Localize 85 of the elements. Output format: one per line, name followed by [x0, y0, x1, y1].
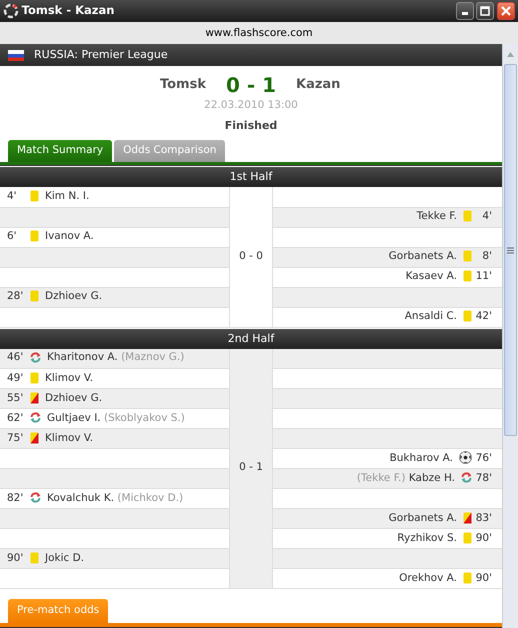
- card-icon: [30, 372, 39, 384]
- half-score: 0 - 1: [230, 348, 272, 588]
- player-name: Klimov V.: [45, 372, 94, 384]
- home-team: Tomsk: [158, 76, 206, 94]
- league-name: RUSSIA: Premier League: [34, 46, 168, 63]
- window-title: Tomsk - Kazan: [22, 2, 114, 20]
- half-score: 0 - 0: [230, 187, 272, 327]
- player-name: Bukharov A.: [390, 452, 453, 464]
- event-minute: 90': [6, 550, 24, 566]
- player-name: Kharitonov A.: [47, 351, 118, 364]
- event-minute: 62': [6, 410, 24, 426]
- tab[interactable]: Pre-match odds: [8, 599, 108, 623]
- event-minute: 6': [6, 229, 18, 244]
- event-minute: 46': [6, 350, 24, 366]
- minimize-button[interactable]: [456, 2, 474, 20]
- tab[interactable]: Odds Comparison: [114, 140, 226, 162]
- away-team: Kazan: [296, 76, 342, 94]
- event-minute: 8': [481, 249, 493, 264]
- player-name: Dzhioev G.: [45, 290, 102, 302]
- close-button[interactable]: [497, 2, 515, 20]
- card-icon: [463, 270, 472, 282]
- match-score: 0 - 1: [224, 74, 278, 96]
- two-cards-icon: [30, 392, 39, 404]
- card-icon: [30, 190, 39, 202]
- player-name: Gultjaev I.: [47, 412, 101, 424]
- replaced-player: (Skoblyakov S.): [104, 412, 185, 424]
- card-icon: [463, 310, 472, 322]
- event-minute: 90': [474, 530, 493, 546]
- card-icon: [463, 532, 472, 544]
- player-name: Kasaev A.: [406, 270, 457, 282]
- tab[interactable]: Match Summary: [8, 140, 112, 162]
- flag-icon: [8, 50, 24, 60]
- player-name: Klimov V.: [45, 432, 94, 444]
- event-minute: 4': [6, 188, 18, 204]
- maximize-button[interactable]: [476, 2, 494, 20]
- ball-icon: [459, 451, 472, 464]
- player-name: Kim N. I.: [45, 190, 90, 202]
- card-icon: [463, 250, 472, 262]
- section-header: 2nd Half: [0, 328, 502, 348]
- player-name: Ryzhikov S.: [397, 532, 457, 544]
- maximize-icon: [480, 6, 490, 16]
- substitution-icon: [30, 412, 41, 424]
- event-minute: 4': [481, 209, 493, 224]
- section-header: 1st Half: [0, 167, 502, 187]
- player-name: Jokic D.: [45, 552, 84, 564]
- event-minute: 75': [6, 430, 24, 446]
- scroll-thumb[interactable]: [504, 64, 517, 436]
- event-minute: 55': [6, 390, 24, 406]
- two-cards-icon: [463, 512, 472, 524]
- card-icon: [30, 290, 39, 302]
- player-name: Gorbanets A.: [388, 250, 457, 262]
- player-name: Kovalchuk K.: [47, 492, 114, 504]
- match-status: Finished: [224, 118, 278, 134]
- substitution-icon: [30, 492, 41, 504]
- substitution-icon: [461, 472, 472, 484]
- substitution-icon: [30, 352, 41, 363]
- event-minute: 78': [474, 470, 493, 486]
- scrollbar[interactable]: [502, 44, 518, 628]
- event-minute: 49': [6, 370, 24, 386]
- site-url: www.flashscore.com: [205, 27, 313, 39]
- player-name: Gorbanets A.: [388, 512, 457, 524]
- event-minute: 83': [474, 510, 493, 526]
- replaced-player: (Michkov D.): [117, 492, 184, 504]
- player-name: Dzhioev G.: [45, 392, 102, 404]
- close-icon: [501, 6, 511, 16]
- player-name: Ansaldi C.: [404, 310, 457, 322]
- replaced-player: (Maznov G.): [121, 351, 184, 364]
- event-minute: 90': [474, 570, 493, 586]
- match-date: 22.03.2010 13:00: [204, 98, 298, 113]
- app-logo-icon: [3, 3, 19, 19]
- card-icon: [463, 210, 472, 222]
- player-name: Orekhov A.: [399, 572, 457, 584]
- two-cards-icon: [30, 432, 39, 444]
- event-minute: 82': [6, 490, 24, 506]
- event-minute: 28': [6, 289, 24, 304]
- player-name: Kabze H.: [408, 472, 455, 484]
- replaced-player: (Tekke F.): [356, 472, 406, 484]
- event-minute: 76': [474, 450, 493, 466]
- player-name: Ivanov A.: [45, 230, 94, 242]
- card-icon: [463, 572, 472, 584]
- event-minute: 11': [474, 269, 493, 284]
- player-name: Tekke F.: [416, 210, 457, 222]
- card-icon: [30, 230, 39, 242]
- card-icon: [30, 552, 39, 564]
- event-minute: 42': [474, 309, 493, 324]
